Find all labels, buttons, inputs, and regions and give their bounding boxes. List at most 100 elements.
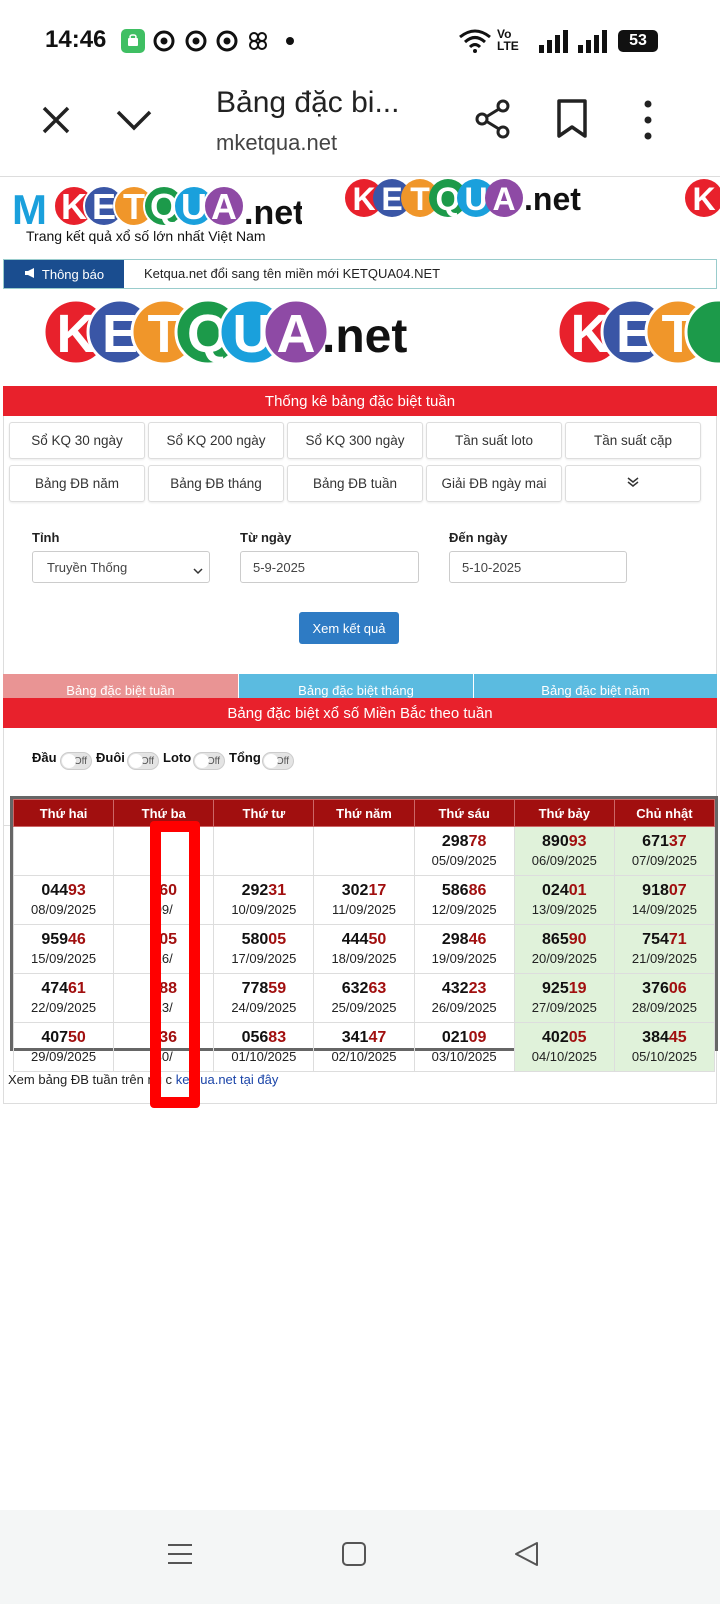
result-number: 67137: [615, 832, 714, 852]
chrome-icon: [215, 29, 239, 53]
result-date: 21/09/2025: [631, 951, 697, 966]
toggle-tong[interactable]: Off: [262, 752, 294, 770]
svg-text:.net: .net: [244, 194, 302, 232]
svg-text:M: M: [12, 186, 47, 232]
svg-text:E: E: [92, 186, 116, 227]
special-results-table: Thứ hai Thứ ba Thứ tư Thứ năm Thứ sáu Thứ bảy…: [10, 796, 718, 1072]
result-number-prefix: 754: [642, 931, 669, 948]
site-slogan: Trang kết quả xổ số lớn nhất Việt Nam: [26, 228, 266, 244]
result-date: 25/09/2025: [331, 1000, 397, 1015]
red-highlight-box: [150, 821, 200, 1108]
home-nav-icon[interactable]: [340, 1540, 368, 1568]
page-title[interactable]: Bảng đặc bi...: [216, 86, 399, 120]
result-number-tail: 05: [268, 931, 287, 948]
result-number: 43223: [415, 979, 514, 999]
result-date: 17/09/2025: [231, 951, 297, 966]
toggle-dau[interactable]: Off: [60, 752, 92, 770]
result-number-tail: 71: [668, 931, 687, 948]
back-nav-icon[interactable]: [512, 1540, 540, 1568]
svg-text:A: A: [277, 304, 316, 364]
to-date-input[interactable]: 5-10-2025: [449, 551, 627, 583]
result-number-tail: 23: [468, 980, 487, 997]
nav-button-bang-db-thang[interactable]: Bảng ĐB tháng: [148, 465, 284, 502]
chevron-down-icon[interactable]: [112, 100, 156, 140]
table-header-cell: Thứ sáu: [413, 799, 515, 827]
notice-text[interactable]: Ketqua.net đổi sang tên miền mới KETQUA0…: [144, 266, 440, 281]
result-date: 22/09/2025: [31, 1000, 97, 1015]
nav-button-giai-db-ngay-mai[interactable]: Giải ĐB ngày mai: [426, 465, 562, 502]
result-number-tail: 78: [468, 833, 487, 850]
result-number-tail: 59: [268, 980, 287, 997]
banner-logo[interactable]: K E T Q U A .net: [344, 176, 604, 220]
page-url[interactable]: mketqua.net: [216, 130, 337, 156]
nav-button-bang-db-tuan[interactable]: Bảng ĐB tuần: [287, 465, 423, 502]
result-number-tail: 50: [68, 1029, 86, 1046]
system-nav-bar: [0, 1510, 720, 1604]
result-cell: 86590 20/09/2025: [513, 924, 615, 974]
nav-button-tan-suat-loto[interactable]: Tần suất loto: [426, 422, 562, 459]
result-number-tail: 46: [468, 931, 487, 948]
result-number-tail: 19: [568, 980, 587, 997]
result-date: 29/09/2025: [31, 1049, 97, 1064]
close-icon[interactable]: [36, 100, 76, 140]
result-date: 15/09/2025: [31, 951, 97, 966]
result-number-prefix: 292: [241, 882, 269, 899]
result-number-prefix: 376: [642, 980, 669, 997]
result-date: 19/09/2025: [431, 951, 497, 966]
svg-text:K: K: [692, 181, 715, 217]
result-number: 58686: [415, 881, 514, 901]
toggle-loto[interactable]: Off: [193, 752, 225, 770]
share-icon[interactable]: [470, 96, 516, 142]
result-number-tail: 17: [368, 882, 387, 899]
result-date: 04/10/2025: [531, 1049, 597, 1064]
result-number-tail: 50: [368, 931, 387, 948]
svg-text:.net: .net: [524, 181, 581, 217]
result-number: 75471: [615, 930, 714, 950]
result-number-prefix: 865: [542, 931, 569, 948]
toggle-label-duoi: Đuôi: [96, 750, 125, 765]
result-date: 06/09/2025: [531, 853, 597, 868]
table-title: Bảng đặc biệt xổ số Miền Bắc theo tuần: [3, 698, 717, 728]
site-logo[interactable]: M K E T Q U A .net: [12, 184, 304, 233]
result-number: 58005: [214, 930, 313, 950]
result-number-prefix: 044: [41, 882, 69, 899]
nav-button-so-kq-200[interactable]: Sổ KQ 200 ngày: [148, 422, 284, 459]
result-number-tail: 09: [468, 1029, 487, 1046]
toggle-duoi[interactable]: Off: [127, 752, 159, 770]
wifi-icon: [458, 29, 492, 53]
nav-button-tan-suat-cap[interactable]: Tần suất cặp: [565, 422, 701, 459]
chrome-icon: [152, 29, 176, 53]
nav-button-so-kq-30[interactable]: Sổ KQ 30 ngày: [9, 422, 145, 459]
result-number: 89093: [515, 832, 614, 852]
submit-button[interactable]: Xem kết quả: [299, 612, 399, 644]
double-chevron-down-icon: [626, 476, 640, 491]
bookmark-icon[interactable]: [555, 98, 589, 140]
nav-button-so-kq-300[interactable]: Sổ KQ 300 ngày: [287, 422, 423, 459]
network-type: Vo LTE: [497, 27, 519, 53]
chrome-icon: [184, 29, 208, 53]
result-cell: 47461 22/09/2025: [12, 973, 115, 1023]
result-number-prefix: 302: [341, 882, 369, 899]
result-number: 29846: [415, 930, 514, 950]
result-cell: 37606 28/09/2025: [613, 973, 716, 1023]
expand-more-button[interactable]: [565, 465, 701, 502]
nav-button-bang-db-nam[interactable]: Bảng ĐB năm: [9, 465, 145, 502]
result-number-prefix: 918: [642, 882, 669, 899]
svg-text:.net: .net: [322, 310, 407, 363]
menu-nav-icon[interactable]: [166, 1540, 194, 1568]
result-cell: 29846 19/09/2025: [413, 924, 515, 974]
result-number-tail: 01: [568, 882, 587, 899]
ketqua-logo[interactable]: K E T Q U A .net: [40, 296, 420, 368]
toggle-label-dau: Đầu: [32, 750, 57, 765]
province-select[interactable]: Truyền Thống: [32, 551, 210, 583]
signal-icon: [576, 29, 610, 53]
result-number: 92519: [515, 979, 614, 999]
result-date: 03/10/2025: [431, 1049, 497, 1064]
result-number-prefix: 298: [441, 931, 469, 948]
svg-text:T: T: [123, 186, 145, 227]
result-number-prefix: 580: [241, 931, 269, 948]
more-vert-icon[interactable]: [636, 98, 660, 142]
app-notification-icon: [121, 29, 145, 53]
from-date-input[interactable]: 5-9-2025: [240, 551, 419, 583]
result-number: 38445: [615, 1028, 714, 1048]
